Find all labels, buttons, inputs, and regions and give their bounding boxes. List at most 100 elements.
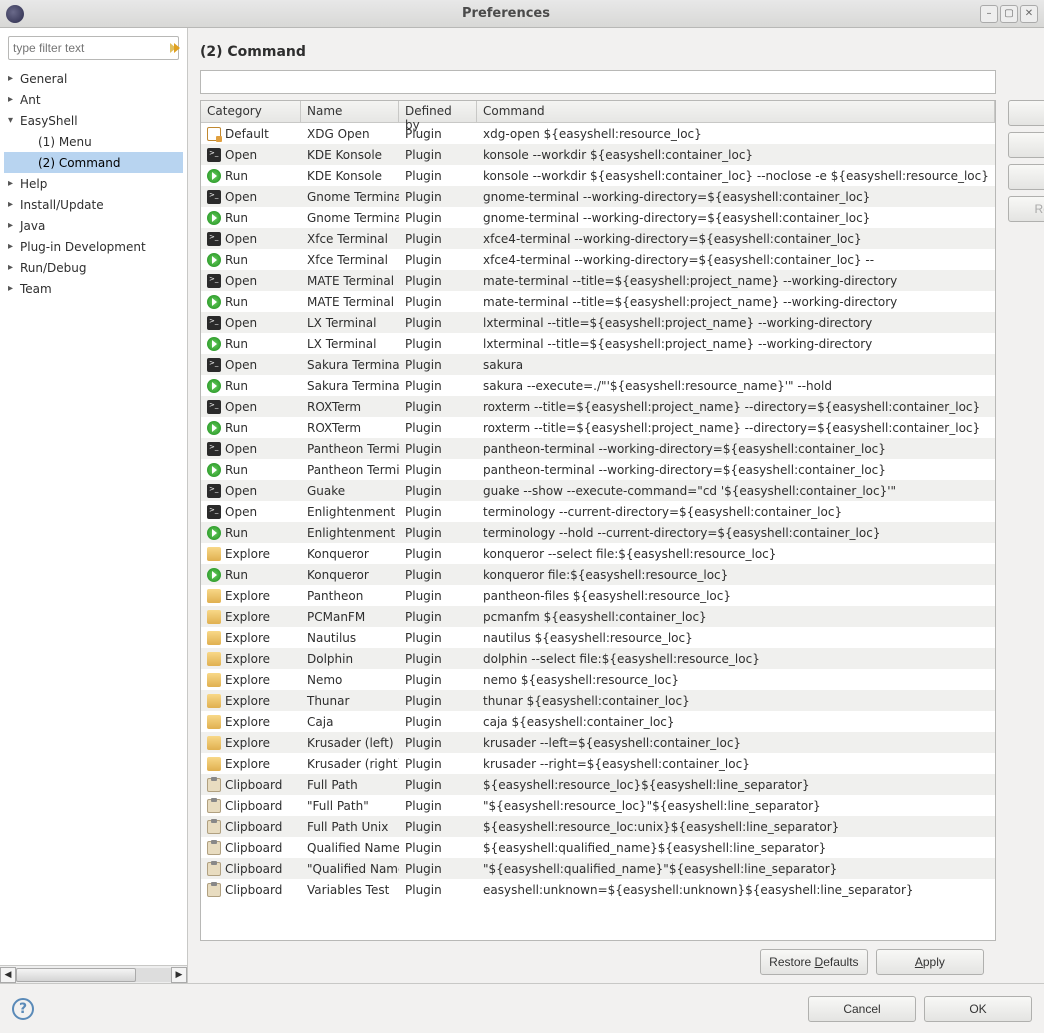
table-row[interactable]: RunKDE KonsolePluginkonsole --workdir ${… xyxy=(201,165,995,186)
copy-button[interactable]: Copy... xyxy=(1008,164,1044,190)
table-row[interactable]: Clipboard"Qualified Name"Plugin"${easysh… xyxy=(201,858,995,879)
col-category[interactable]: Category xyxy=(201,101,301,122)
table-filter-input[interactable] xyxy=(200,70,996,94)
chevron-right-icon[interactable]: ▸ xyxy=(8,220,20,231)
table-row[interactable]: ClipboardQualified NamePlugin${easyshell… xyxy=(201,837,995,858)
add-button[interactable]: Add... xyxy=(1008,100,1044,126)
tree-item[interactable]: ▸Team xyxy=(4,278,183,299)
clear-filter-icon[interactable] xyxy=(168,40,182,56)
scroll-right-icon[interactable]: ▶ xyxy=(171,967,187,983)
cancel-button[interactable]: Cancel xyxy=(808,996,916,1022)
table-row[interactable]: RunGnome TerminalPlugingnome-terminal --… xyxy=(201,207,995,228)
minimize-button[interactable]: – xyxy=(980,5,998,23)
cell-command: dolphin --select file:${easyshell:resour… xyxy=(477,650,995,668)
table-row[interactable]: ExplorePCManFMPluginpcmanfm ${easyshell:… xyxy=(201,606,995,627)
table-body[interactable]: DefaultXDG OpenPluginxdg-open ${easyshel… xyxy=(201,123,995,940)
chevron-right-icon[interactable]: ▸ xyxy=(8,199,20,210)
chevron-right-icon[interactable]: ▸ xyxy=(8,262,20,273)
maximize-button[interactable]: ▢ xyxy=(1000,5,1018,23)
edit-button[interactable]: Edit... xyxy=(1008,132,1044,158)
cell-command: roxterm --title=${easyshell:project_name… xyxy=(477,419,995,437)
table-row[interactable]: ExploreKonquerorPluginkonqueror --select… xyxy=(201,543,995,564)
tree-item[interactable]: ▸Java xyxy=(4,215,183,236)
scroll-thumb[interactable] xyxy=(16,968,136,982)
tree-item[interactable]: ▸General xyxy=(4,68,183,89)
table-row[interactable]: OpenXfce TerminalPluginxfce4-terminal --… xyxy=(201,228,995,249)
filter-input[interactable] xyxy=(13,41,168,55)
chevron-right-icon[interactable]: ▸ xyxy=(8,73,20,84)
table-row[interactable]: RunEnlightenmentPluginterminology --hold… xyxy=(201,522,995,543)
filter-box[interactable] xyxy=(8,36,179,60)
cell-name: XDG Open xyxy=(301,125,399,143)
table-row[interactable]: ExploreCajaPlugincaja ${easyshell:contai… xyxy=(201,711,995,732)
cell-category: Open xyxy=(201,356,301,374)
table-row[interactable]: RunSakura TerminalPluginsakura --execute… xyxy=(201,375,995,396)
table-row[interactable]: OpenMATE TerminalPluginmate-terminal --t… xyxy=(201,270,995,291)
table-row[interactable]: OpenEnlightenmentPluginterminology --cur… xyxy=(201,501,995,522)
table-row[interactable]: RunMATE TerminalPluginmate-terminal --ti… xyxy=(201,291,995,312)
sidebar-hscroll[interactable]: ◀ ▶ xyxy=(0,965,187,983)
tree-item-label: EasyShell xyxy=(20,114,78,128)
table-row[interactable]: DefaultXDG OpenPluginxdg-open ${easyshel… xyxy=(201,123,995,144)
cell-category: Clipboard xyxy=(201,881,301,899)
tree-item[interactable]: ▸Run/Debug xyxy=(4,257,183,278)
table-row[interactable]: RunXfce TerminalPluginxfce4-terminal --w… xyxy=(201,249,995,270)
table-row[interactable]: RunPantheon TerminalPluginpantheon-termi… xyxy=(201,459,995,480)
tree-item[interactable]: ▾EasyShell xyxy=(4,110,183,131)
table-row[interactable]: ExploreKrusader (right)Pluginkrusader --… xyxy=(201,753,995,774)
table-row[interactable]: ExploreThunarPluginthunar ${easyshell:co… xyxy=(201,690,995,711)
table-row[interactable]: ClipboardFull Path UnixPlugin${easyshell… xyxy=(201,816,995,837)
cell-category: Run xyxy=(201,377,301,395)
cell-defined-by: Plugin xyxy=(399,881,477,899)
default-icon xyxy=(207,127,221,141)
cell-category: Open xyxy=(201,230,301,248)
table-row[interactable]: ExploreDolphinPlugindolphin --select fil… xyxy=(201,648,995,669)
category-label: Clipboard xyxy=(225,778,282,792)
scroll-track[interactable] xyxy=(16,968,171,982)
table-row[interactable]: OpenPantheon TerminalPluginpantheon-term… xyxy=(201,438,995,459)
table-row[interactable]: ExplorePantheonPluginpantheon-files ${ea… xyxy=(201,585,995,606)
table-row[interactable]: OpenKDE KonsolePluginkonsole --workdir $… xyxy=(201,144,995,165)
table-row[interactable]: RunLX TerminalPluginlxterminal --title=$… xyxy=(201,333,995,354)
col-name[interactable]: Name xyxy=(301,101,399,122)
ok-button[interactable]: OK xyxy=(924,996,1032,1022)
category-label: Clipboard xyxy=(225,862,282,876)
tree-item[interactable]: (2) Command xyxy=(4,152,183,173)
restore-defaults-button[interactable]: Restore Defaults xyxy=(760,949,868,975)
chevron-down-icon[interactable]: ▾ xyxy=(8,115,20,126)
help-icon[interactable]: ? xyxy=(12,998,34,1020)
tree-item[interactable]: ▸Plug-in Development xyxy=(4,236,183,257)
scroll-left-icon[interactable]: ◀ xyxy=(0,967,16,983)
table-row[interactable]: RunROXTermPluginroxterm --title=${easysh… xyxy=(201,417,995,438)
category-label: Clipboard xyxy=(225,883,282,897)
table-row[interactable]: OpenGuakePluginguake --show --execute-co… xyxy=(201,480,995,501)
table-row[interactable]: OpenGnome TerminalPlugingnome-terminal -… xyxy=(201,186,995,207)
chevron-right-icon[interactable]: ▸ xyxy=(8,178,20,189)
chevron-right-icon[interactable]: ▸ xyxy=(8,94,20,105)
col-defined-by[interactable]: Defined by xyxy=(399,101,477,122)
tree-item[interactable]: ▸Install/Update xyxy=(4,194,183,215)
cell-command: terminology --current-directory=${easysh… xyxy=(477,503,995,521)
apply-button[interactable]: Apply xyxy=(876,949,984,975)
tree-item[interactable]: (1) Menu xyxy=(4,131,183,152)
close-button[interactable]: ✕ xyxy=(1020,5,1038,23)
table-row[interactable]: Clipboard"Full Path"Plugin"${easyshell:r… xyxy=(201,795,995,816)
table-row[interactable]: ExploreNemoPluginnemo ${easyshell:resour… xyxy=(201,669,995,690)
table-row[interactable]: OpenROXTermPluginroxterm --title=${easys… xyxy=(201,396,995,417)
table-row[interactable]: ExploreKrusader (left)Pluginkrusader --l… xyxy=(201,732,995,753)
run-icon xyxy=(207,253,221,267)
chevron-right-icon[interactable]: ▸ xyxy=(8,283,20,294)
table-row[interactable]: ExploreNautilusPluginnautilus ${easyshel… xyxy=(201,627,995,648)
table-row[interactable]: RunKonquerorPluginkonqueror file:${easys… xyxy=(201,564,995,585)
remove-button[interactable]: Remove... xyxy=(1008,196,1044,222)
tree-item[interactable]: ▸Ant xyxy=(4,89,183,110)
cell-defined-by: Plugin xyxy=(399,650,477,668)
table-row[interactable]: OpenLX TerminalPluginlxterminal --title=… xyxy=(201,312,995,333)
table-row[interactable]: OpenSakura TerminalPluginsakura xyxy=(201,354,995,375)
chevron-right-icon[interactable]: ▸ xyxy=(8,241,20,252)
col-command[interactable]: Command xyxy=(477,101,995,122)
table-row[interactable]: ClipboardFull PathPlugin${easyshell:reso… xyxy=(201,774,995,795)
tree-item[interactable]: ▸Help xyxy=(4,173,183,194)
preferences-tree[interactable]: ▸General▸Ant▾EasyShell(1) Menu(2) Comman… xyxy=(0,68,187,965)
table-row[interactable]: ClipboardVariables TestPlugineasyshell:u… xyxy=(201,879,995,900)
